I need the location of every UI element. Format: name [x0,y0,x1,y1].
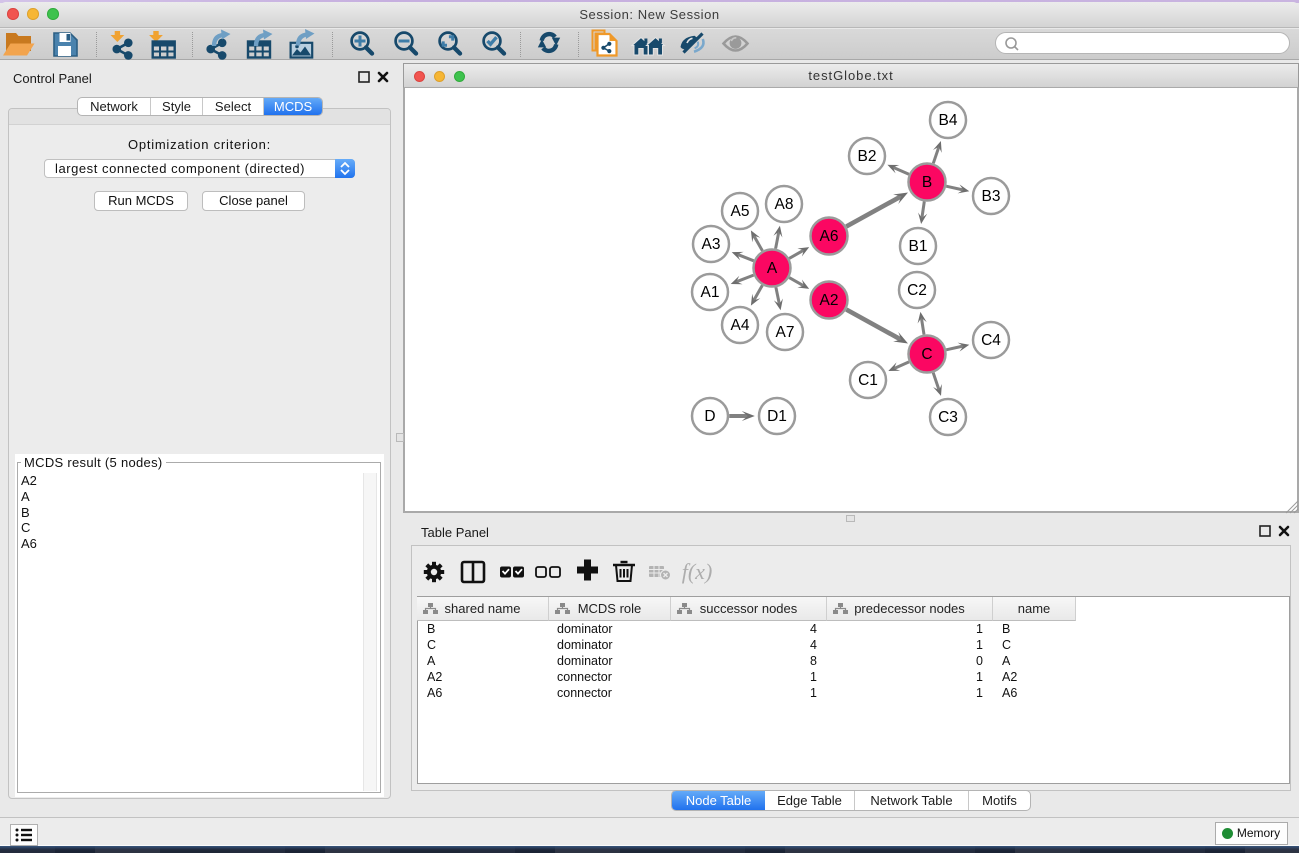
svg-text:C: C [921,346,932,363]
svg-text:D1: D1 [767,408,787,425]
svg-text:C3: C3 [938,409,958,426]
svg-text:A4: A4 [731,317,750,334]
svg-text:A8: A8 [775,196,794,213]
svg-text:B2: B2 [858,148,877,165]
svg-text:f(x): f(x) [682,559,713,584]
svg-text:A6: A6 [820,228,839,245]
svg-text:A7: A7 [776,324,795,341]
svg-text:C2: C2 [907,282,927,299]
svg-text:C4: C4 [981,332,1001,349]
svg-text:B3: B3 [982,188,1001,205]
svg-text:A1: A1 [701,284,720,301]
svg-text:A3: A3 [702,236,721,253]
svg-text:D: D [704,408,715,425]
svg-text:B: B [922,174,932,191]
svg-text:C1: C1 [858,372,878,389]
svg-text:A2: A2 [820,292,839,309]
svg-text:B4: B4 [939,112,958,129]
svg-text:A5: A5 [731,203,750,220]
svg-text:A: A [767,260,778,277]
svg-text:B1: B1 [909,238,928,255]
